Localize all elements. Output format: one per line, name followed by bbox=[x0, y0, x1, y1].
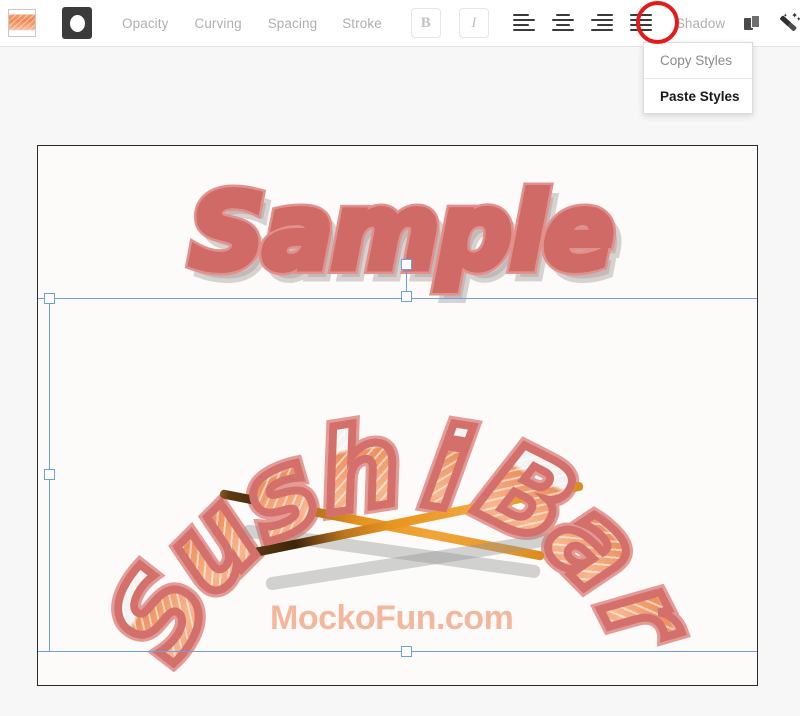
handle-text-lower[interactable] bbox=[401, 291, 412, 302]
texture-swatch-button[interactable] bbox=[0, 0, 36, 47]
italic-button[interactable]: I bbox=[441, 0, 489, 47]
align-right-icon[interactable] bbox=[590, 11, 615, 35]
opacity-label: Opacity bbox=[122, 15, 169, 31]
watermark-text: MockoFun.com bbox=[270, 599, 514, 637]
copy-paste-styles-button[interactable]: ✦ ✦ ✦ bbox=[779, 10, 800, 36]
opacity-control[interactable]: Opacity bbox=[92, 0, 168, 47]
magic-wand-icon[interactable]: ✦ ✦ ✦ bbox=[779, 12, 800, 33]
spacing-label: Spacing bbox=[267, 15, 318, 31]
shadow-label: Shadow bbox=[675, 15, 726, 31]
artwork-layer: Sample Sample Sample SushiBarSushiBarSus… bbox=[38, 146, 757, 685]
handle-text-upper[interactable] bbox=[401, 259, 412, 270]
shape-button[interactable] bbox=[36, 0, 92, 47]
top-toolbar: Opacity Curving Spacing Stroke B I Shado… bbox=[0, 0, 800, 47]
sample-text-object[interactable]: Sample Sample Sample bbox=[184, 165, 690, 311]
align-left-button[interactable] bbox=[489, 0, 537, 47]
handle-bottom-center[interactable] bbox=[401, 646, 412, 657]
menu-item-paste-styles[interactable]: Paste Styles bbox=[644, 78, 752, 113]
editor-root: Opacity Curving Spacing Stroke B I Shado… bbox=[0, 0, 800, 716]
duplicate-button[interactable] bbox=[744, 10, 761, 36]
styles-dropdown-menu: Copy Styles Paste Styles bbox=[643, 42, 753, 114]
spacing-control[interactable]: Spacing bbox=[242, 0, 318, 47]
align-right-button[interactable] bbox=[576, 0, 615, 47]
curving-control[interactable]: Curving bbox=[168, 0, 241, 47]
stroke-control[interactable]: Stroke bbox=[317, 0, 382, 47]
selection-edge-top[interactable] bbox=[38, 298, 757, 300]
bold-button[interactable]: B bbox=[382, 0, 441, 47]
handle-mid-left[interactable] bbox=[44, 469, 55, 480]
align-justify-button[interactable] bbox=[615, 0, 654, 47]
align-left-icon[interactable] bbox=[512, 11, 537, 35]
salmon-texture-swatch[interactable] bbox=[8, 9, 36, 37]
shadow-control[interactable]: Shadow bbox=[654, 0, 725, 47]
handle-top-left[interactable] bbox=[44, 293, 55, 304]
duplicate-icon[interactable] bbox=[744, 15, 761, 31]
selection-edge-bottom[interactable] bbox=[38, 651, 757, 653]
align-justify-icon[interactable] bbox=[629, 11, 654, 35]
stroke-label: Stroke bbox=[342, 15, 382, 31]
ellipse-shape-icon[interactable] bbox=[62, 7, 92, 39]
bold-icon[interactable]: B bbox=[410, 8, 441, 38]
align-center-button[interactable] bbox=[537, 0, 576, 47]
align-center-icon[interactable] bbox=[551, 11, 576, 35]
italic-icon[interactable]: I bbox=[458, 8, 489, 38]
menu-item-copy-styles[interactable]: Copy Styles bbox=[644, 43, 752, 78]
sample-text-fill: Sample bbox=[186, 168, 617, 297]
arc-letter-3: h bbox=[307, 395, 414, 544]
curving-label: Curving bbox=[194, 15, 242, 31]
canvas-artboard[interactable]: Sample Sample Sample SushiBarSushiBarSus… bbox=[37, 145, 758, 686]
